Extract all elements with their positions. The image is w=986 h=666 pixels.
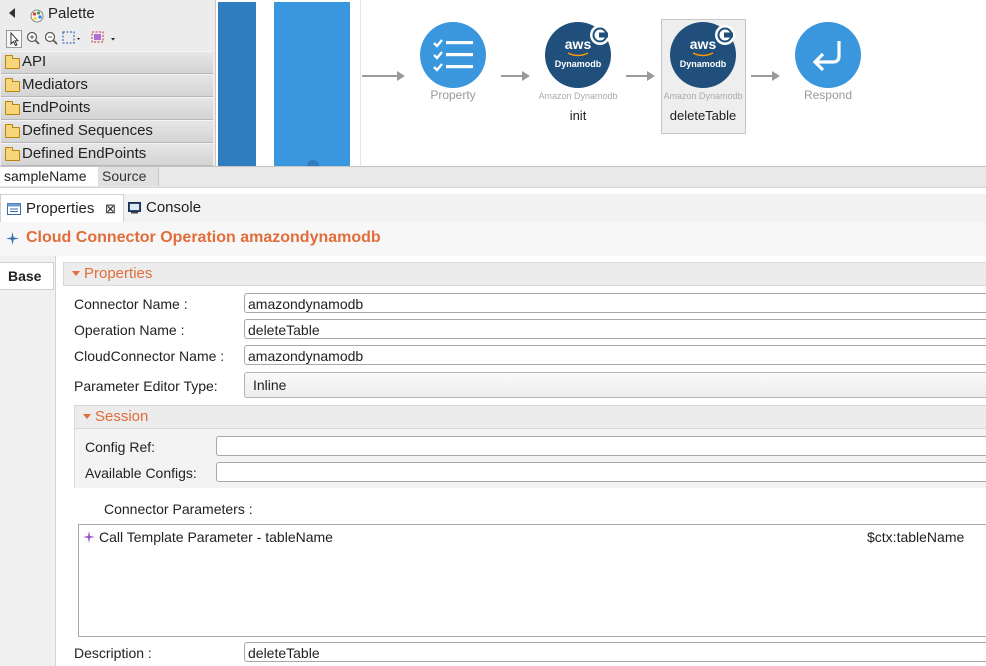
config-ref-label: Config Ref:	[85, 439, 156, 455]
console-icon	[128, 202, 141, 214]
parameter-sparkle-icon	[83, 531, 95, 543]
connection-tool-icon[interactable]	[90, 30, 118, 46]
node-name: init	[569, 108, 587, 123]
aws-smile-icon	[567, 52, 589, 57]
folder-icon	[5, 147, 20, 161]
page-title: Cloud Connector Operation amazondynamodb	[26, 229, 381, 246]
node-name: deleteTable	[669, 108, 737, 123]
operation-name-field[interactable]: deleteTable	[244, 319, 986, 339]
tab-base[interactable]: Base	[0, 262, 54, 290]
description-label: Description :	[74, 645, 152, 661]
property-tabs-strip	[0, 256, 56, 666]
connector-parameters-label: Connector Parameters :	[104, 501, 253, 517]
flow-arrowhead	[647, 71, 655, 81]
properties-icon	[7, 203, 21, 215]
flow-arrowhead	[772, 71, 780, 81]
tab-console-label: Console	[146, 199, 202, 216]
palette-category-defined-sequences[interactable]: Defined Sequences	[1, 120, 213, 143]
dynamodb-label: Dynamodb	[679, 59, 727, 69]
expand-triangle-icon	[72, 271, 80, 276]
tab-properties-label: Properties	[26, 200, 95, 217]
category-label: Defined EndPoints	[22, 145, 147, 162]
flow-arrow	[626, 75, 648, 77]
view-tabs: Properties ⊠ Console	[0, 194, 986, 223]
group-title: Session	[95, 408, 149, 425]
connector-name-field[interactable]: amazondynamodb	[244, 293, 986, 313]
operation-name-label: Operation Name :	[74, 322, 185, 338]
flow-arrow	[501, 75, 523, 77]
cloud-connector-name-label: CloudConnector Name :	[74, 348, 225, 364]
tab-console[interactable]: Console	[128, 194, 218, 222]
tab-design[interactable]: sampleName	[0, 167, 99, 186]
node-label: Property	[430, 88, 476, 102]
palette-title: Palette	[48, 5, 95, 22]
collapse-arrow-icon[interactable]	[9, 8, 15, 18]
dynamodb-label: Dynamodb	[554, 59, 602, 69]
palette-category-defined-endpoints[interactable]: Defined EndPoints	[1, 143, 213, 166]
connector-plug-icon	[715, 25, 735, 45]
session-group-header[interactable]: Session	[74, 405, 986, 429]
group-title: Properties	[84, 265, 153, 282]
zoom-out-icon[interactable]	[44, 31, 58, 45]
folder-icon	[5, 124, 20, 138]
palette-category-endpoints[interactable]: EndPoints	[1, 97, 213, 120]
flow-arrow	[751, 75, 773, 77]
description-field[interactable]: deleteTable	[244, 642, 986, 662]
marquee-tool-icon[interactable]	[62, 31, 82, 45]
list-checks-icon	[433, 39, 473, 72]
palette-panel: Palette API Mediators EndPoints Defined …	[0, 0, 216, 166]
aws-smile-icon	[692, 52, 714, 57]
connector-sparkle-icon	[6, 232, 19, 245]
parameter-value: $ctx:tableName	[867, 529, 965, 545]
init-connector-node[interactable]: aws Dynamodb	[545, 22, 611, 88]
property-mediator-node[interactable]	[420, 22, 486, 88]
category-label: Mediators	[22, 76, 88, 93]
editor-tabs: sampleName Source	[0, 166, 986, 188]
list-item[interactable]: Call Template Parameter - tableName $ctx…	[80, 526, 986, 548]
folder-icon	[5, 101, 20, 115]
config-ref-field[interactable]	[216, 436, 986, 456]
return-arrow-icon	[812, 41, 841, 72]
parameter-editor-type-label: Parameter Editor Type:	[74, 378, 218, 394]
cloud-connector-name-field[interactable]: amazondynamodb	[244, 345, 986, 365]
node-label: Respond	[803, 88, 853, 102]
node-sublabel: Amazon Dynamodb	[663, 91, 743, 101]
palette-header: Palette	[0, 4, 215, 24]
properties-group-header[interactable]: Properties	[63, 262, 986, 286]
flow-arrowhead	[397, 71, 405, 81]
category-label: EndPoints	[22, 99, 91, 116]
deletetable-connector-node[interactable]: aws Dynamodb	[670, 22, 736, 88]
category-label: API	[22, 53, 47, 70]
parameter-editor-type-select[interactable]: Inline	[244, 372, 986, 398]
folder-icon	[5, 55, 20, 69]
respond-mediator-node[interactable]	[795, 22, 861, 88]
zoom-in-icon[interactable]	[26, 31, 40, 45]
select-tool-icon[interactable]	[6, 30, 22, 48]
node-sublabel: Amazon Dynamodb	[538, 91, 618, 101]
sequence-lane-in[interactable]	[218, 2, 256, 166]
tab-source[interactable]: Source	[98, 167, 159, 186]
folder-icon	[5, 78, 20, 92]
expand-triangle-icon	[83, 414, 91, 419]
category-label: Defined Sequences	[22, 122, 153, 139]
connector-name-label: Connector Name :	[74, 296, 188, 312]
available-configs-label: Available Configs:	[85, 465, 197, 481]
palette-toolbar	[0, 28, 215, 50]
properties-header: Cloud Connector Operation amazondynamodb	[0, 222, 986, 256]
tab-properties[interactable]: Properties ⊠	[0, 194, 124, 223]
palette-icon	[30, 9, 44, 23]
parameter-name: Call Template Parameter - tableName	[99, 529, 333, 545]
available-configs-select[interactable]	[216, 462, 986, 482]
connector-plug-icon	[590, 25, 610, 45]
flow-arrowhead	[522, 71, 530, 81]
sequence-lane-main[interactable]	[274, 2, 350, 166]
palette-category-api[interactable]: API	[1, 51, 213, 74]
flow-arrow	[362, 75, 398, 77]
close-icon[interactable]: ⊠	[105, 195, 116, 223]
lane-divider	[360, 0, 361, 166]
palette-category-mediators[interactable]: Mediators	[1, 74, 213, 97]
